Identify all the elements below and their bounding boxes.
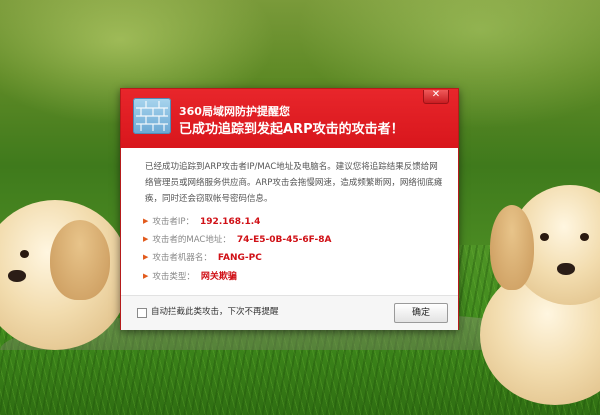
attacker-hostname-label: 攻击者机器名：	[152, 253, 212, 263]
dialog-headline: 已成功追踪到发起ARP攻击的攻击者！	[179, 122, 404, 137]
triangle-bullet-icon: ▶	[143, 272, 149, 280]
alert-message: 已经成功追踪到ARP攻击者IP/MAC地址及电脑名。建议您将追踪结果反馈给网络管…	[145, 162, 443, 204]
attack-type-label: 攻击类型：	[152, 272, 195, 282]
attacker-hostname-row: ▶ 攻击者机器名： FANG-PC	[143, 251, 262, 265]
ok-button[interactable]: 确定	[394, 303, 448, 323]
attack-type-row: ▶ 攻击类型： 网关欺骗	[143, 269, 237, 283]
attacker-ip-value: 192.168.1.4	[200, 217, 261, 227]
triangle-bullet-icon: ▶	[143, 235, 149, 243]
attacker-mac-row: ▶ 攻击者的MAC地址： 74-E5-0B-45-6F-8A	[143, 233, 331, 247]
dialog-footer: 自动拦截此类攻击，下次不再提醒 确定	[121, 295, 458, 330]
triangle-bullet-icon: ▶	[143, 217, 149, 225]
wallpaper-puppy-left	[0, 190, 130, 350]
triangle-bullet-icon: ▶	[143, 253, 149, 261]
close-button[interactable]: ✕	[423, 89, 449, 104]
close-icon: ✕	[431, 89, 441, 100]
auto-block-checkbox-label[interactable]: 自动拦截此类攻击，下次不再提醒	[151, 305, 279, 317]
attack-type-value: 网关欺骗	[200, 272, 237, 282]
arp-attack-alert-dialog: 360局域网防护提醒您 已成功追踪到发起ARP攻击的攻击者！ ✕ 已经成功追踪到…	[120, 88, 459, 330]
attacker-mac-value: 74-E5-0B-45-6F-8A	[236, 235, 332, 245]
dialog-titlebar[interactable]: 360局域网防护提醒您 已成功追踪到发起ARP攻击的攻击者！ ✕	[121, 89, 458, 148]
auto-block-checkbox[interactable]	[137, 308, 147, 318]
dialog-app-title: 360局域网防护提醒您	[179, 105, 290, 118]
attacker-ip-row: ▶ 攻击者IP： 192.168.1.4	[143, 215, 260, 229]
attacker-hostname-value: FANG-PC	[217, 253, 262, 263]
wallpaper-puppy-right	[440, 175, 600, 405]
attacker-mac-label: 攻击者的MAC地址：	[152, 235, 231, 245]
attacker-ip-label: 攻击者IP：	[152, 217, 195, 227]
firewall-brick-icon	[133, 98, 171, 134]
